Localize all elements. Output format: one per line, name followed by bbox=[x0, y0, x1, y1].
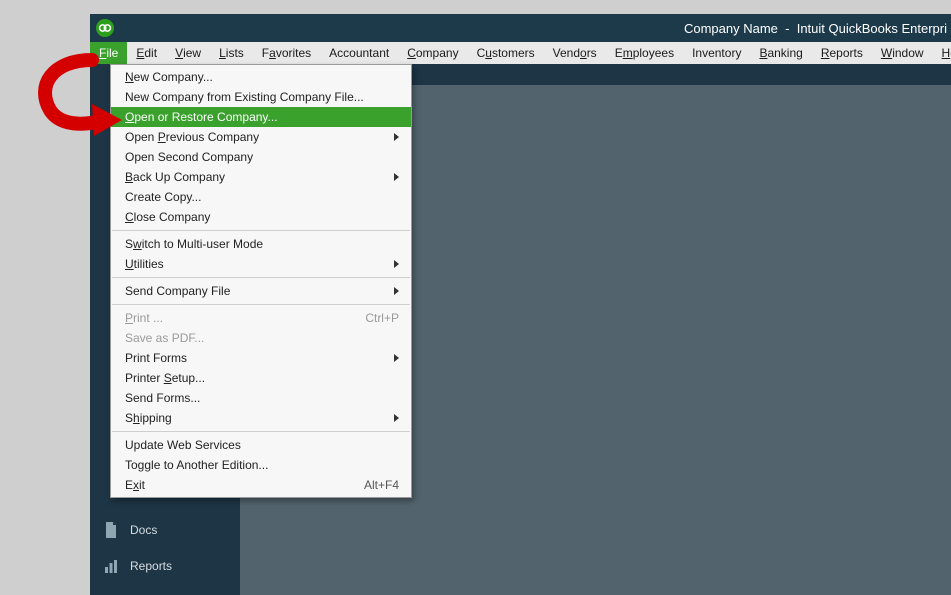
file-menu-dropdown: New Company... New Company from Existing … bbox=[110, 64, 412, 498]
menu-view[interactable]: View bbox=[166, 42, 210, 64]
menu-favorites[interactable]: Favorites bbox=[253, 42, 320, 64]
menu-separator bbox=[112, 277, 410, 278]
menu-item-label: Back Up Company bbox=[125, 170, 225, 184]
menu-separator bbox=[112, 304, 410, 305]
file-menu-item[interactable]: Update Web Services bbox=[111, 435, 411, 455]
menu-company[interactable]: Company bbox=[398, 42, 467, 64]
file-menu-item[interactable]: New Company... bbox=[111, 67, 411, 87]
menu-accountant[interactable]: Accountant bbox=[320, 42, 398, 64]
menu-item-label: Utilities bbox=[125, 257, 164, 271]
document-icon bbox=[104, 522, 118, 538]
titlebar-text: Company Name - Intuit QuickBooks Enterpr… bbox=[122, 21, 951, 36]
menu-window[interactable]: Window bbox=[872, 42, 933, 64]
menu-item-label: Create Copy... bbox=[125, 190, 201, 204]
menu-item-label: Print Forms bbox=[125, 351, 187, 365]
menu-lists[interactable]: Lists bbox=[210, 42, 253, 64]
submenu-arrow-icon bbox=[394, 287, 399, 295]
menu-item-label: Toggle to Another Edition... bbox=[125, 458, 268, 472]
file-menu-item[interactable]: Toggle to Another Edition... bbox=[111, 455, 411, 475]
menu-item-label: Printer Setup... bbox=[125, 371, 205, 385]
menu-vendors[interactable]: Vendors bbox=[544, 42, 606, 64]
barchart-icon bbox=[104, 558, 118, 574]
file-menu-item[interactable]: Send Company File bbox=[111, 281, 411, 301]
file-menu-item[interactable]: Create Copy... bbox=[111, 187, 411, 207]
menu-item-label: New Company from Existing Company File..… bbox=[125, 90, 364, 104]
menu-item-label: Print ... bbox=[125, 311, 163, 325]
menu-item-label: Shipping bbox=[125, 411, 172, 425]
menu-separator bbox=[112, 230, 410, 231]
file-menu-item[interactable]: Close Company bbox=[111, 207, 411, 227]
menu-inventory[interactable]: Inventory bbox=[683, 42, 750, 64]
submenu-arrow-icon bbox=[394, 354, 399, 362]
menu-item-label: Save as PDF... bbox=[125, 331, 204, 345]
menu-item-label: Send Forms... bbox=[125, 391, 200, 405]
sidebar-reports-label: Reports bbox=[130, 559, 172, 573]
file-menu-item[interactable]: Shipping bbox=[111, 408, 411, 428]
menu-employees[interactable]: Employees bbox=[606, 42, 683, 64]
menu-help[interactable]: Help bbox=[933, 42, 951, 64]
menu-item-label: Update Web Services bbox=[125, 438, 241, 452]
menu-item-shortcut: Ctrl+P bbox=[365, 311, 399, 325]
menubar: FileEditViewListsFavoritesAccountantComp… bbox=[90, 42, 951, 64]
file-menu-item: Save as PDF... bbox=[111, 328, 411, 348]
menu-item-label: Close Company bbox=[125, 210, 210, 224]
submenu-arrow-icon bbox=[394, 414, 399, 422]
file-menu-item[interactable]: Send Forms... bbox=[111, 388, 411, 408]
menu-item-label: Open Previous Company bbox=[125, 130, 259, 144]
menu-edit[interactable]: Edit bbox=[127, 42, 166, 64]
menu-item-label: Send Company File bbox=[125, 284, 230, 298]
qb-logo-icon bbox=[96, 19, 114, 37]
menu-item-label: Switch to Multi-user Mode bbox=[125, 237, 263, 251]
file-menu-item[interactable]: Utilities bbox=[111, 254, 411, 274]
menu-item-shortcut: Alt+F4 bbox=[364, 478, 399, 492]
menu-reports[interactable]: Reports bbox=[812, 42, 872, 64]
file-menu-item[interactable]: Open Second Company bbox=[111, 147, 411, 167]
menu-customers[interactable]: Customers bbox=[468, 42, 544, 64]
file-menu-item[interactable]: Switch to Multi-user Mode bbox=[111, 234, 411, 254]
menu-item-label: Exit bbox=[125, 478, 145, 492]
product-name: Intuit QuickBooks Enterpri bbox=[797, 21, 947, 36]
file-menu-item[interactable]: Exit Alt+F4 bbox=[111, 475, 411, 495]
file-menu-item: Print ... Ctrl+P bbox=[111, 308, 411, 328]
sidebar-docs-label: Docs bbox=[130, 523, 157, 537]
menu-item-label: Open or Restore Company... bbox=[125, 110, 278, 124]
menu-separator bbox=[112, 431, 410, 432]
menu-item-label: New Company... bbox=[125, 70, 213, 84]
file-menu-item[interactable]: Back Up Company bbox=[111, 167, 411, 187]
submenu-arrow-icon bbox=[394, 133, 399, 141]
menu-file[interactable]: File bbox=[90, 42, 127, 64]
file-menu-item[interactable]: Open or Restore Company... bbox=[111, 107, 411, 127]
menu-item-label: Open Second Company bbox=[125, 150, 253, 164]
file-menu-item[interactable]: Print Forms bbox=[111, 348, 411, 368]
submenu-arrow-icon bbox=[394, 173, 399, 181]
file-menu-item[interactable]: New Company from Existing Company File..… bbox=[111, 87, 411, 107]
file-menu-item[interactable]: Printer Setup... bbox=[111, 368, 411, 388]
sidebar-item-docs[interactable]: Docs bbox=[90, 512, 240, 548]
sidebar-item-reports[interactable]: Reports bbox=[90, 548, 240, 584]
file-menu-item[interactable]: Open Previous Company bbox=[111, 127, 411, 147]
submenu-arrow-icon bbox=[394, 260, 399, 268]
menu-banking[interactable]: Banking bbox=[750, 42, 811, 64]
company-name: Company Name bbox=[684, 21, 778, 36]
titlebar: Company Name - Intuit QuickBooks Enterpr… bbox=[90, 14, 951, 42]
